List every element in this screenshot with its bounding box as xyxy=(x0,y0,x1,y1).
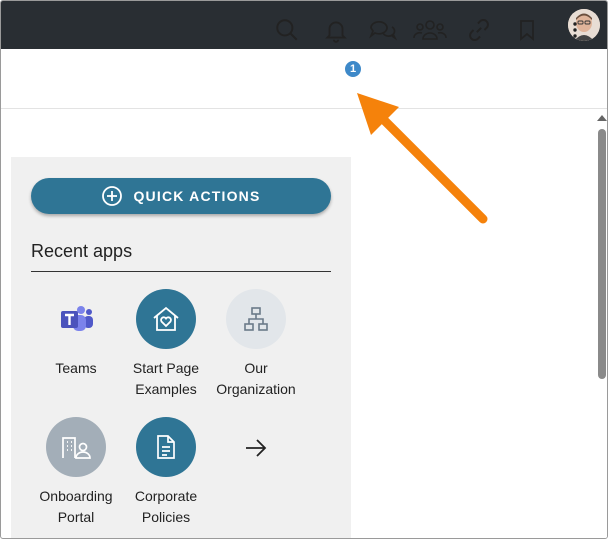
search-icon xyxy=(276,19,298,41)
app-icon-container xyxy=(136,417,196,477)
app-corporate-policies[interactable]: Corporate Policies xyxy=(121,417,211,528)
app-icon-container xyxy=(136,289,196,349)
recent-apps-title: Recent apps xyxy=(31,241,133,261)
scrollbar-thumb[interactable] xyxy=(598,129,606,379)
recent-apps-divider xyxy=(31,271,331,272)
building-person-icon xyxy=(62,437,91,459)
more-apps-button[interactable] xyxy=(239,431,273,465)
app-label: Onboarding Portal xyxy=(39,488,113,525)
app-label: Start Page Examples xyxy=(132,360,200,397)
toolbar xyxy=(1,49,607,109)
app-icon-container xyxy=(46,289,106,349)
app-our-organization[interactable]: Our Organization xyxy=(211,289,301,400)
notification-badge: 1 xyxy=(343,59,363,79)
quick-actions-button[interactable]: QUICK ACTIONS xyxy=(31,178,331,214)
app-start-page-examples[interactable]: Start Page Examples xyxy=(121,289,211,400)
link-button[interactable] xyxy=(462,13,496,47)
people-icon xyxy=(413,20,447,40)
document-icon xyxy=(157,435,175,459)
home-heart-icon xyxy=(153,306,179,331)
app-teams[interactable]: Teams xyxy=(31,289,121,379)
arrow-right-icon xyxy=(246,439,267,457)
quick-actions-label: QUICK ACTIONS xyxy=(133,188,261,204)
app-onboarding-portal[interactable]: Onboarding Portal xyxy=(31,417,121,528)
scroll-up-arrow-icon[interactable] xyxy=(597,115,607,121)
link-icon xyxy=(469,19,489,41)
bell-icon xyxy=(325,21,347,43)
bookmark-icon xyxy=(520,20,534,41)
app-icon-container xyxy=(46,417,106,477)
org-chart-icon xyxy=(244,307,268,331)
search-button[interactable] xyxy=(270,13,304,47)
app-label: Our Organization xyxy=(216,360,296,397)
plus-circle-icon xyxy=(102,186,123,206)
app-label: Teams xyxy=(55,360,97,376)
more-options-button[interactable] xyxy=(558,13,592,47)
app-icon-container xyxy=(226,289,286,349)
chat-icon xyxy=(369,21,398,41)
app-window: 1 QUICK ACTIONS Recent apps Teams Start … xyxy=(0,0,608,539)
more-vertical-icon xyxy=(573,22,577,38)
people-button[interactable] xyxy=(413,13,447,47)
app-label: Corporate Policies xyxy=(134,488,198,525)
notifications-button[interactable] xyxy=(319,13,353,47)
bookmark-button[interactable] xyxy=(510,13,544,47)
teams-icon xyxy=(61,306,93,331)
chat-button[interactable] xyxy=(366,13,400,47)
